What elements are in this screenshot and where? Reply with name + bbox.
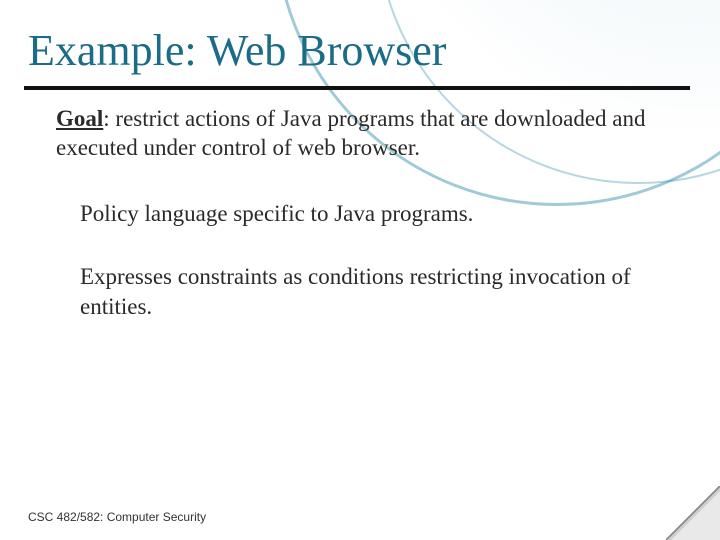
goal-paragraph: Goal: restrict actions of Java programs … — [56, 104, 664, 163]
footer-text: CSC 482/582: Computer Security — [28, 510, 206, 524]
goal-text: : restrict actions of Java programs that… — [56, 106, 646, 160]
goal-label: Goal — [56, 106, 103, 131]
body-paragraph-2: Expresses constraints as conditions rest… — [80, 262, 664, 321]
slide-body: Goal: restrict actions of Java programs … — [56, 104, 664, 355]
title-underline — [24, 86, 690, 90]
page-curl-edge — [666, 486, 720, 540]
slide-title: Example: Web Browser — [28, 28, 680, 84]
slide: Example: Web Browser Goal: restrict acti… — [0, 0, 720, 540]
body-paragraph-1: Policy language specific to Java program… — [80, 199, 664, 228]
